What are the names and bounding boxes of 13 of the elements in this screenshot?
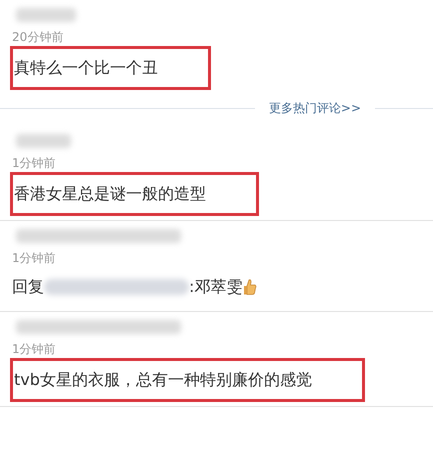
comment-time: 1分钟前 (11, 341, 57, 358)
comment-text: 真特么一个比一个丑 (14, 58, 158, 78)
more-comments-link[interactable]: 更多热门评论>> (268, 99, 361, 117)
thumbs-up-icon (243, 278, 258, 296)
blurred-username (16, 134, 71, 148)
comment-text: :邓萃雯 (189, 276, 242, 298)
blurred-username (16, 8, 76, 22)
comment-time: 20分钟前 (11, 29, 64, 46)
comment-time: 1分钟前 (11, 155, 57, 172)
comment-text: 香港女星总是谜一般的造型 (14, 184, 206, 204)
comment-text: tvb女星的衣服，总有一种特别廉价的感觉 (14, 370, 312, 390)
comment-time: 1分钟前 (11, 250, 57, 267)
reply-prefix: 回复 (12, 276, 44, 298)
